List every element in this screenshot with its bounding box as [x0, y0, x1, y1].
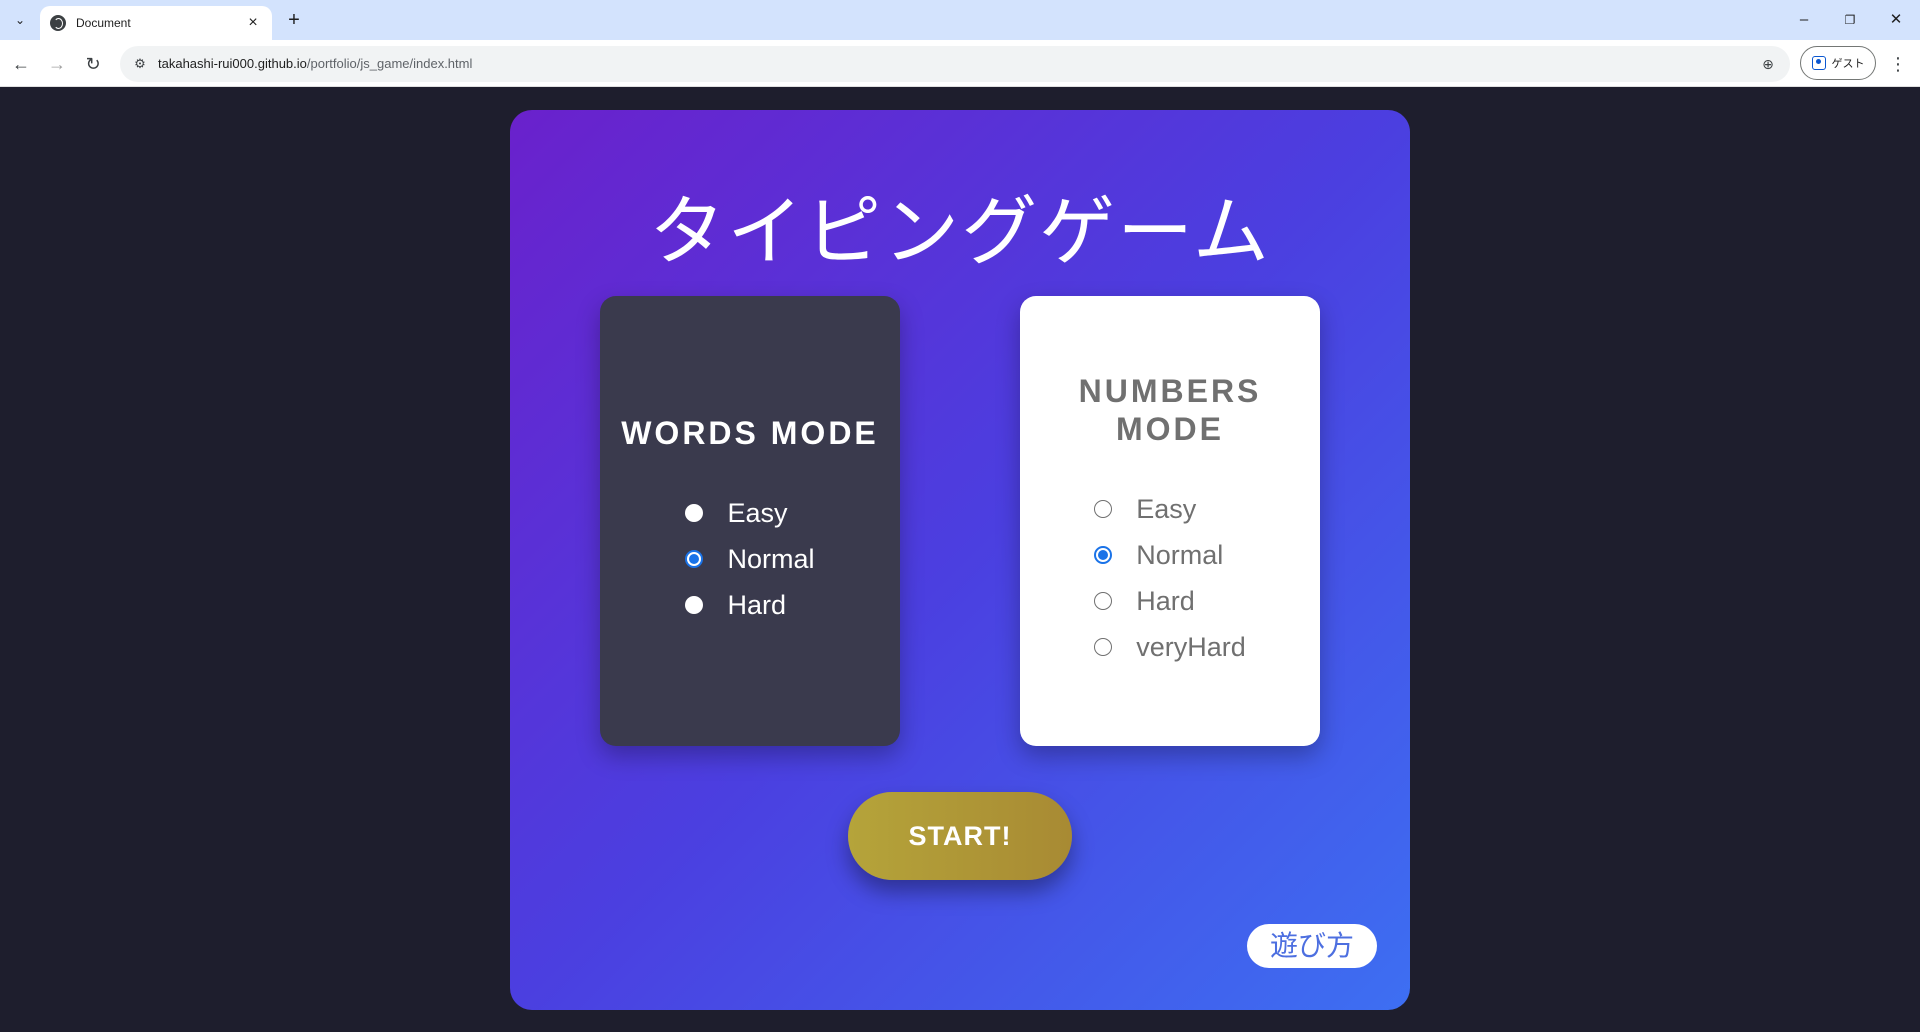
browser-toolbar: ← → ↻ ⚙ takahashi-rui000.github.io/portf… — [0, 40, 1920, 87]
back-button[interactable]: ← — [8, 51, 34, 77]
profile-icon — [1811, 56, 1826, 70]
zoom-icon[interactable]: ⊕ — [1758, 54, 1778, 74]
globe-icon — [50, 15, 66, 31]
game-title: タイピングゲーム — [649, 187, 1271, 276]
radio-button[interactable] — [685, 596, 704, 614]
option-label: Normal — [727, 543, 815, 574]
numbers-option-easy[interactable]: Easy — [1094, 486, 1246, 532]
numbers-option-veryhard[interactable]: veryHard — [1094, 624, 1246, 670]
numbers-mode-title: NUMBERS MODE — [1078, 373, 1262, 447]
option-label: Hard — [727, 589, 787, 620]
minimize-button[interactable]: – — [1790, 8, 1818, 32]
radio-button[interactable] — [685, 504, 704, 522]
tab-search-icon[interactable]: ⌄ — [6, 8, 34, 32]
radio-button[interactable] — [1094, 500, 1113, 518]
tab-document[interactable]: Document × — [40, 6, 272, 40]
reload-button[interactable]: ↻ — [80, 51, 106, 77]
address-bar[interactable]: ⚙ takahashi-rui000.github.io/portfolio/j… — [120, 46, 1790, 82]
words-mode-title: WORDS MODE — [621, 415, 879, 451]
start-button[interactable]: START! — [848, 792, 1072, 880]
option-label: veryHard — [1136, 631, 1246, 662]
profile-button[interactable]: ゲスト — [1800, 46, 1876, 80]
option-label: Easy — [1136, 493, 1197, 524]
option-label: Normal — [1136, 539, 1224, 570]
radio-button[interactable] — [1094, 592, 1113, 610]
option-label: Easy — [727, 497, 788, 528]
radio-button[interactable] — [1094, 546, 1113, 564]
words-option-hard[interactable]: Hard — [685, 582, 814, 628]
numbers-mode-card: NUMBERS MODE Easy Normal Hard veryHard — [1020, 296, 1320, 746]
close-window-button[interactable]: ✕ — [1882, 8, 1910, 32]
url-host: takahashi-rui000.github.io — [158, 56, 307, 71]
game-panel: タイピングゲーム WORDS MODE Easy Normal Hard NUM… — [510, 110, 1410, 1010]
forward-button[interactable]: → — [44, 51, 70, 77]
site-info-icon[interactable]: ⚙ — [130, 54, 150, 74]
numbers-option-hard[interactable]: Hard — [1094, 578, 1246, 624]
words-option-normal[interactable]: Normal — [685, 536, 815, 582]
new-tab-button[interactable]: + — [282, 8, 306, 32]
radio-button[interactable] — [685, 550, 704, 568]
words-option-easy[interactable]: Easy — [685, 490, 814, 536]
numbers-mode-options: Easy Normal Hard veryHard — [1094, 486, 1246, 670]
restore-button[interactable]: ❐ — [1836, 8, 1864, 32]
how-to-play-button[interactable]: 遊び方 — [1247, 924, 1377, 968]
profile-label: ゲスト — [1831, 58, 1865, 70]
numbers-option-normal[interactable]: Normal — [1094, 532, 1246, 578]
tab-close-icon[interactable]: × — [244, 14, 262, 32]
url-text[interactable]: takahashi-rui000.github.io/portfolio/js_… — [158, 56, 472, 71]
url-path: /portfolio/js_game/index.html — [306, 56, 473, 71]
menu-icon[interactable]: ⋮ — [1886, 51, 1910, 77]
words-mode-card: WORDS MODE Easy Normal Hard — [600, 296, 900, 746]
radio-button[interactable] — [1094, 638, 1113, 656]
tab-title: Document — [76, 16, 131, 30]
option-label: Hard — [1136, 585, 1195, 616]
tab-strip: ⌄ Document × + – ❐ ✕ — [0, 0, 1920, 40]
words-mode-options: Easy Normal Hard — [685, 490, 815, 628]
